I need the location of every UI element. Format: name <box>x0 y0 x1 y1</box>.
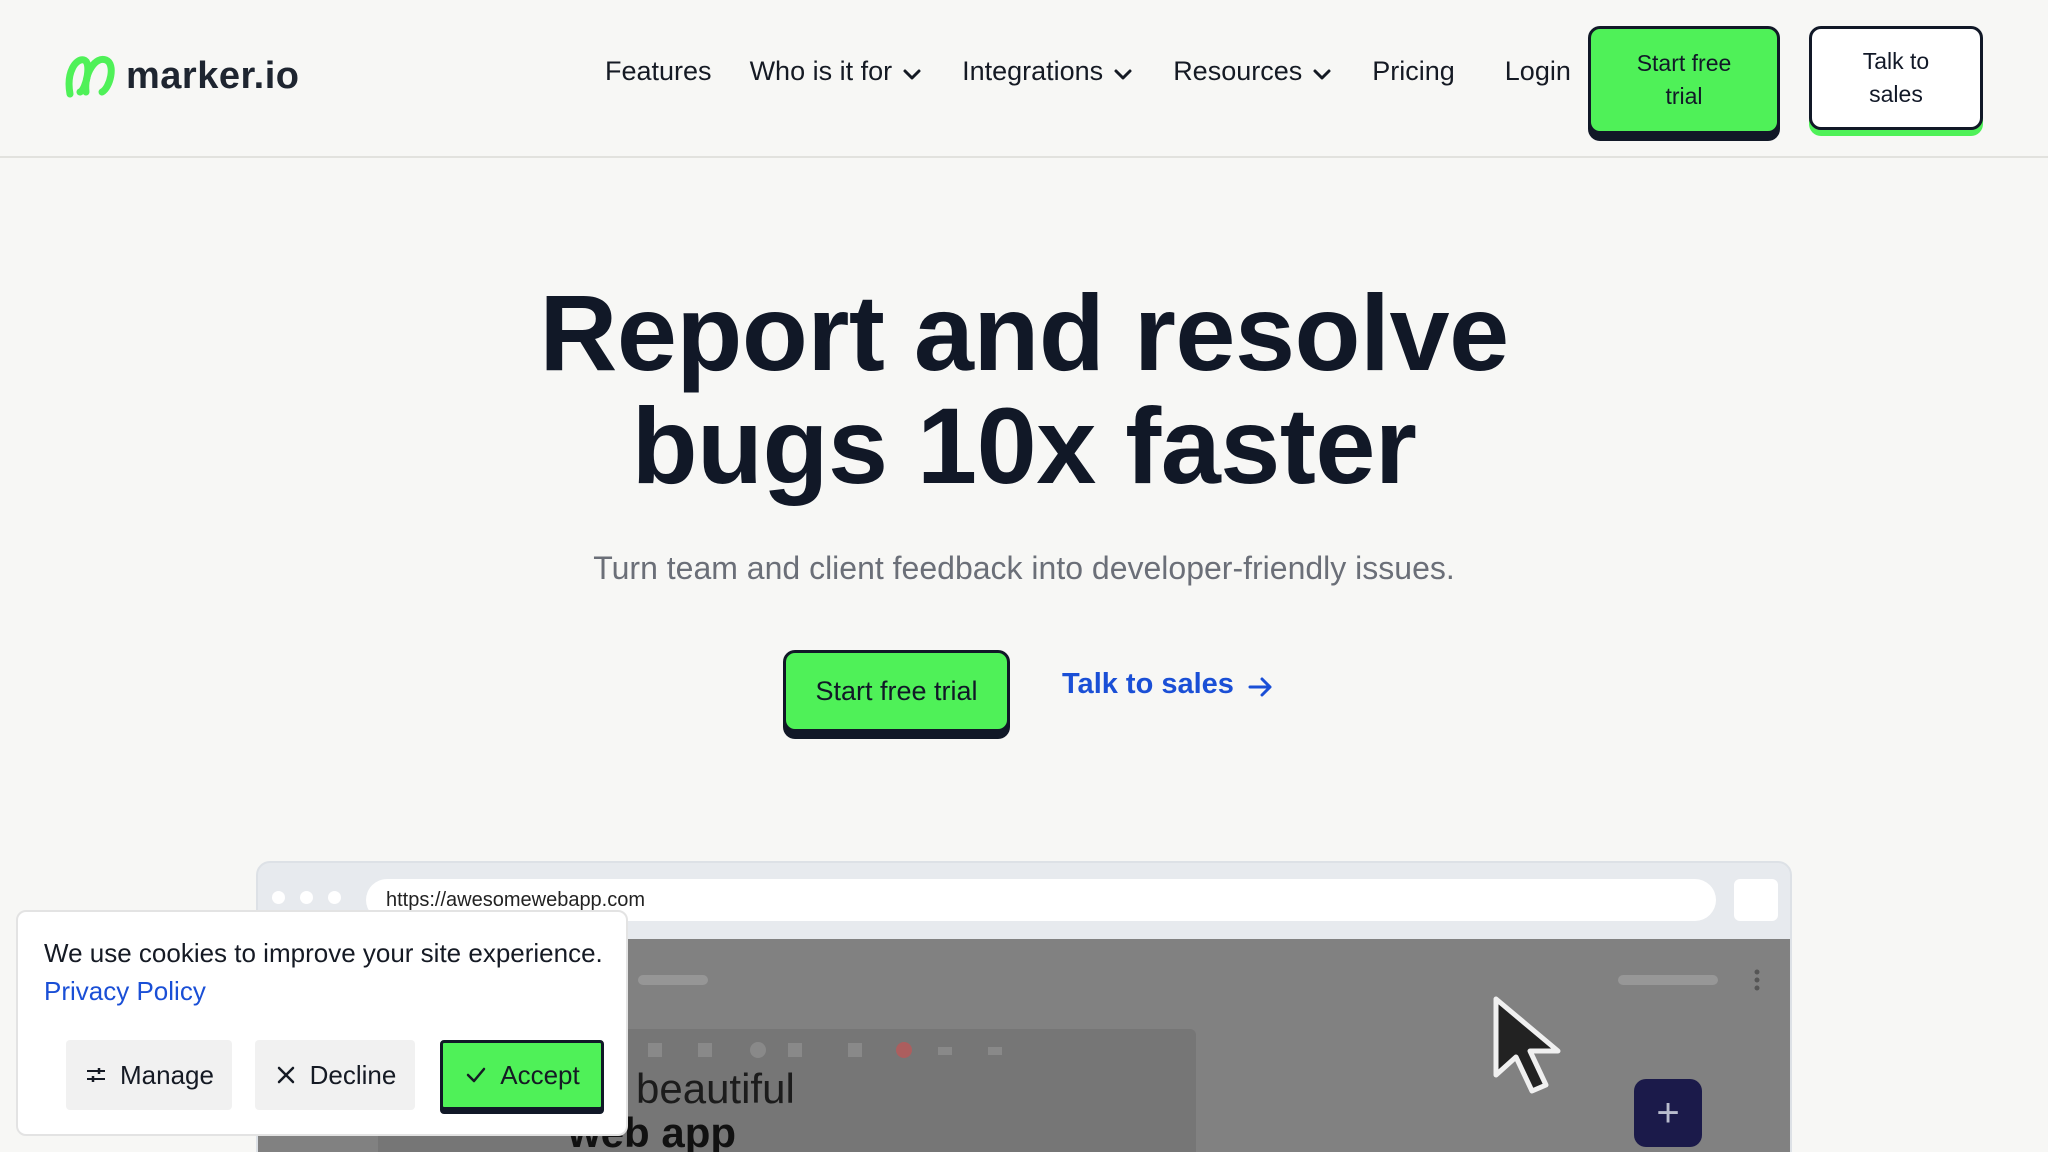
window-dot <box>272 891 285 904</box>
nav-integrations[interactable]: Integrations <box>962 56 1133 87</box>
logo-text: marker.io <box>126 54 300 97</box>
manage-label: Manage <box>120 1059 214 1090</box>
browser-extension-button <box>1734 879 1778 921</box>
main-nav: Features Who is it for Integrations Reso… <box>605 56 1571 87</box>
chevron-down-icon <box>1313 69 1331 79</box>
chevron-down-icon <box>1114 69 1132 79</box>
hero-title: Report and resolve bugs 10x faster <box>0 276 2048 502</box>
mouse-cursor-icon <box>1493 996 1561 1094</box>
privacy-policy-link[interactable]: Privacy Policy <box>44 976 206 1007</box>
cookie-banner: We use cookies to improve your site expe… <box>16 910 628 1136</box>
decline-label: Decline <box>309 1059 397 1090</box>
arrow-right-icon <box>1248 677 1272 696</box>
checkmark-icon <box>467 1067 486 1083</box>
nav-who-is-it-for[interactable]: Who is it for <box>750 56 923 87</box>
window-dots <box>272 891 356 904</box>
hero-title-line2: bugs 10x faster <box>631 385 1417 506</box>
site-header: marker.io Features Who is it for Integra… <box>0 0 2048 158</box>
sliders-icon <box>87 1068 106 1082</box>
nav-who-label: Who is it for <box>749 56 893 86</box>
logo[interactable]: marker.io <box>64 52 300 100</box>
hero-subtitle: Turn team and client feedback into devel… <box>593 550 1455 586</box>
cookie-accept-button[interactable]: Accept <box>440 1040 604 1110</box>
accept-label: Accept <box>500 1059 580 1090</box>
hero-start-trial-button[interactable]: Start free trial <box>783 650 1010 732</box>
mock-placeholder-bar <box>638 975 708 985</box>
nav-integrations-label: Integrations <box>962 56 1104 86</box>
window-dot <box>300 891 313 904</box>
nav-resources-label: Resources <box>1173 56 1303 86</box>
mock-add-feedback-button: + <box>1634 1079 1702 1147</box>
window-dot <box>328 891 341 904</box>
nav-login-label: Login <box>1504 56 1571 86</box>
nav-login[interactable]: Login <box>1505 56 1571 87</box>
nav-resources[interactable]: Resources <box>1173 56 1332 87</box>
hero-title-line1: Report and resolve <box>539 272 1509 393</box>
mock-headline-line1: beautiful <box>636 1065 795 1112</box>
nav-pricing[interactable]: Pricing <box>1372 56 1455 87</box>
cookie-message: We use cookies to improve your site expe… <box>44 938 603 968</box>
talk-to-sales-label: Talk to sales <box>1062 668 1234 700</box>
close-icon <box>277 1066 294 1084</box>
chevron-down-icon <box>903 69 921 79</box>
hero-talk-to-sales-link[interactable]: Talk to sales <box>1062 668 1274 701</box>
cookie-manage-button[interactable]: Manage <box>66 1040 232 1110</box>
header-talk-to-sales-button[interactable]: Talk to sales <box>1809 26 1983 130</box>
nav-pricing-label: Pricing <box>1372 56 1455 86</box>
annotation-toolbar-icons <box>648 1042 1002 1058</box>
marker-logo-icon <box>65 55 115 98</box>
mock-placeholder-bar <box>1618 975 1718 985</box>
nav-features-label: Features <box>605 56 712 86</box>
header-start-trial-button[interactable]: Start free trial <box>1588 26 1780 134</box>
cookie-decline-button[interactable]: Decline <box>255 1040 415 1110</box>
nav-features[interactable]: Features <box>605 56 712 87</box>
kebab-menu-icon <box>1754 969 1760 991</box>
